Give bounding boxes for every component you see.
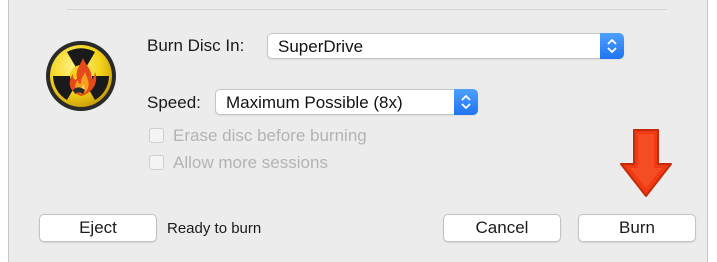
allow-sessions-checkbox[interactable]: [149, 155, 164, 170]
chevron-updown-icon: [600, 33, 624, 59]
chevron-updown-icon: [454, 89, 478, 115]
burn-disc-in-label: Burn Disc In:: [147, 36, 245, 55]
burn-dialog: Burn Disc In: SuperDrive Speed: Maximum …: [8, 0, 708, 262]
erase-disc-checkbox[interactable]: [149, 128, 164, 143]
status-text: Ready to burn: [167, 220, 262, 237]
burn-button[interactable]: Burn: [578, 214, 696, 242]
arrow-down-icon: [620, 129, 672, 197]
cancel-button[interactable]: Cancel: [443, 214, 561, 242]
speed-value: Maximum Possible (8x): [226, 93, 403, 112]
speed-label: Speed:: [147, 93, 201, 112]
burn-disc-in-popup[interactable]: SuperDrive: [267, 33, 624, 59]
allow-sessions-label: Allow more sessions: [173, 153, 328, 172]
burn-disc-in-value: SuperDrive: [278, 37, 364, 56]
title-divider: [67, 9, 667, 10]
speed-popup[interactable]: Maximum Possible (8x): [215, 89, 478, 115]
burn-radiation-flame-icon: [46, 41, 116, 111]
eject-button[interactable]: Eject: [39, 214, 157, 242]
erase-disc-label: Erase disc before burning: [173, 126, 367, 145]
